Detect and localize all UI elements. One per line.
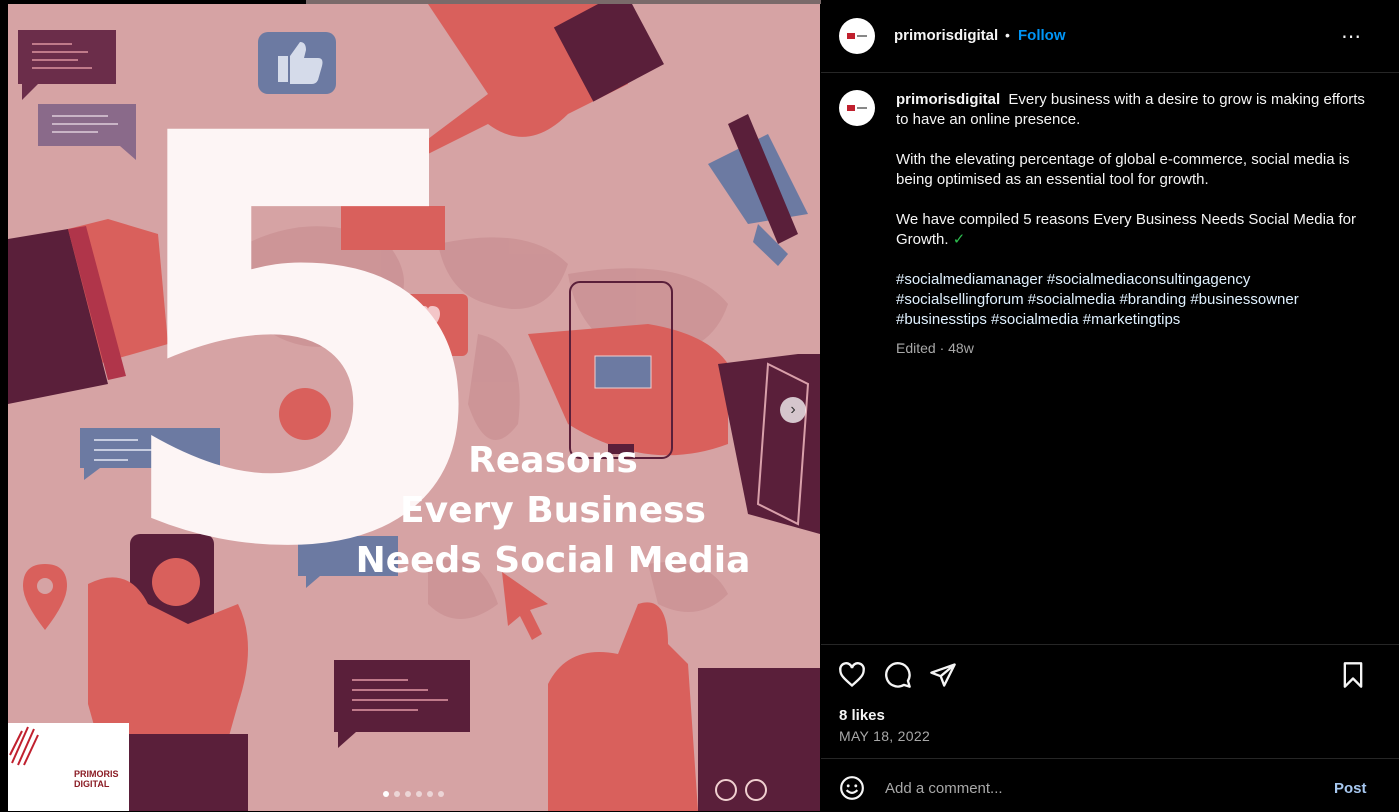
avatar[interactable]: [839, 18, 875, 54]
check-mark-icon: ✓: [952, 231, 966, 248]
post-date: MAY 18, 2022: [839, 728, 931, 744]
caption-hashtags[interactable]: #socialmediamanager #socialmediaconsulti…: [896, 270, 1366, 330]
headline-line-3: Needs Social Media: [355, 540, 751, 581]
post-details-panel: primorisdigital • Follow ⋯ primorisdigit…: [821, 0, 1399, 811]
caption-avatar[interactable]: [839, 90, 875, 126]
post-caption: primorisdigital Every business with a de…: [896, 90, 1366, 350]
more-options-icon[interactable]: ⋯: [1341, 24, 1362, 49]
carousel-dot: [416, 791, 422, 797]
post-comment-button[interactable]: Post: [1334, 780, 1367, 797]
brand-logo: PRIMORIS DIGITAL: [8, 723, 129, 811]
carousel-next-button[interactable]: ›: [780, 397, 806, 423]
headline-line-1: Reasons: [468, 440, 638, 481]
carousel-dot: [427, 791, 433, 797]
brand-logo-line-2: DIGITAL: [74, 779, 110, 789]
header-separator: •: [1005, 27, 1010, 43]
caption-paragraph-2: With the elevating percentage of global …: [896, 151, 1350, 188]
caption-username[interactable]: primorisdigital: [896, 91, 1000, 108]
carousel-dot: [438, 791, 444, 797]
headline-text: Reasons Every Business Needs Social Medi…: [343, 436, 763, 586]
likes-count[interactable]: 8 likes: [839, 707, 885, 724]
action-bar: [821, 644, 1399, 705]
carousel-dot: [394, 791, 400, 797]
carousel-dot: [405, 791, 411, 797]
brand-logo-text: PRIMORIS DIGITAL: [74, 769, 119, 789]
comment-bar: Post: [821, 758, 1399, 812]
primoris-logo-mark-icon: [9, 726, 39, 766]
chevron-right-icon: ›: [790, 401, 796, 418]
brand-avatar-icon: [847, 33, 867, 39]
send-icon[interactable]: [929, 661, 957, 689]
headline-line-2: Every Business: [400, 490, 706, 531]
post-header: primorisdigital • Follow ⋯: [821, 0, 1399, 73]
heart-icon[interactable]: [838, 661, 866, 689]
post-image[interactable]: 5 Reasons Every Business Needs Social Me…: [8, 4, 820, 811]
brand-logo-line-1: PRIMORIS: [74, 769, 119, 779]
follow-button[interactable]: Follow: [1018, 27, 1066, 44]
bookmark-icon[interactable]: [1339, 661, 1367, 689]
caption-meta: Edited · 48w: [896, 340, 974, 356]
carousel-dot: [383, 791, 389, 797]
brand-avatar-icon: [847, 105, 867, 111]
carousel-dots: [383, 791, 444, 797]
comment-icon[interactable]: [884, 661, 912, 689]
comment-input[interactable]: [883, 776, 1267, 800]
emoji-icon[interactable]: [839, 775, 865, 801]
header-username[interactable]: primorisdigital: [894, 27, 998, 44]
